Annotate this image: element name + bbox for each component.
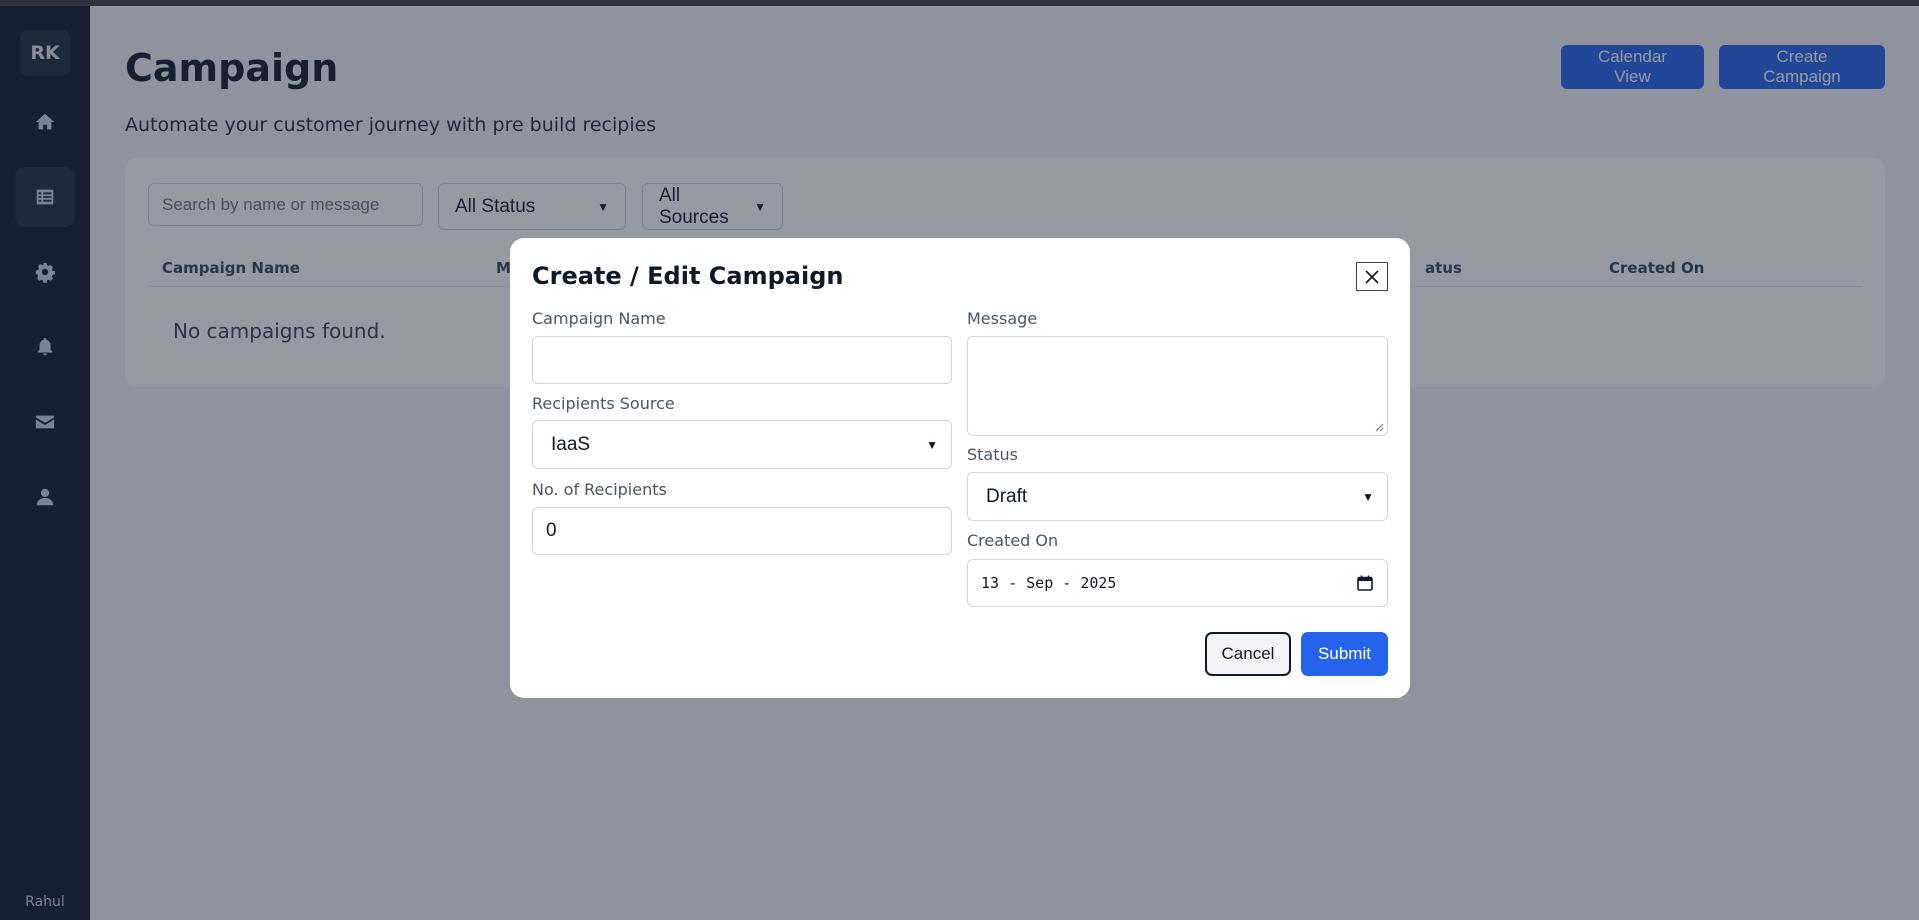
chevron-down-icon: ▼: [926, 437, 938, 452]
recipients-count-input[interactable]: 0: [532, 507, 952, 555]
created-on-date-input[interactable]: 13 - Sep - 2025: [967, 559, 1388, 607]
status-select[interactable]: Draft ▼: [967, 472, 1388, 521]
status-label: Status: [967, 445, 1018, 464]
calendar-icon[interactable]: [1356, 574, 1374, 592]
close-icon: [1365, 269, 1379, 284]
campaign-name-input[interactable]: [532, 336, 952, 384]
close-button[interactable]: [1356, 262, 1388, 291]
message-label: Message: [967, 309, 1038, 328]
chevron-down-icon: ▼: [1362, 489, 1374, 504]
recipients-source-label: Recipients Source: [532, 394, 675, 413]
status-value: Draft: [986, 485, 1028, 507]
recipients-source-select[interactable]: IaaS ▼: [532, 420, 952, 469]
recipients-count-label: No. of Recipients: [532, 480, 667, 499]
campaign-name-label: Campaign Name: [532, 309, 666, 328]
recipients-source-value: IaaS: [551, 433, 591, 455]
campaign-modal: Create / Edit Campaign Campaign Name Rec…: [510, 238, 1410, 698]
created-on-value: 13 - Sep - 2025: [981, 574, 1117, 592]
modal-title: Create / Edit Campaign: [532, 262, 844, 290]
created-on-label: Created On: [967, 531, 1059, 550]
message-textarea[interactable]: [967, 336, 1388, 436]
cancel-button[interactable]: Cancel: [1205, 632, 1291, 676]
resize-handle-icon[interactable]: [1375, 423, 1384, 432]
submit-button[interactable]: Submit: [1301, 632, 1388, 676]
